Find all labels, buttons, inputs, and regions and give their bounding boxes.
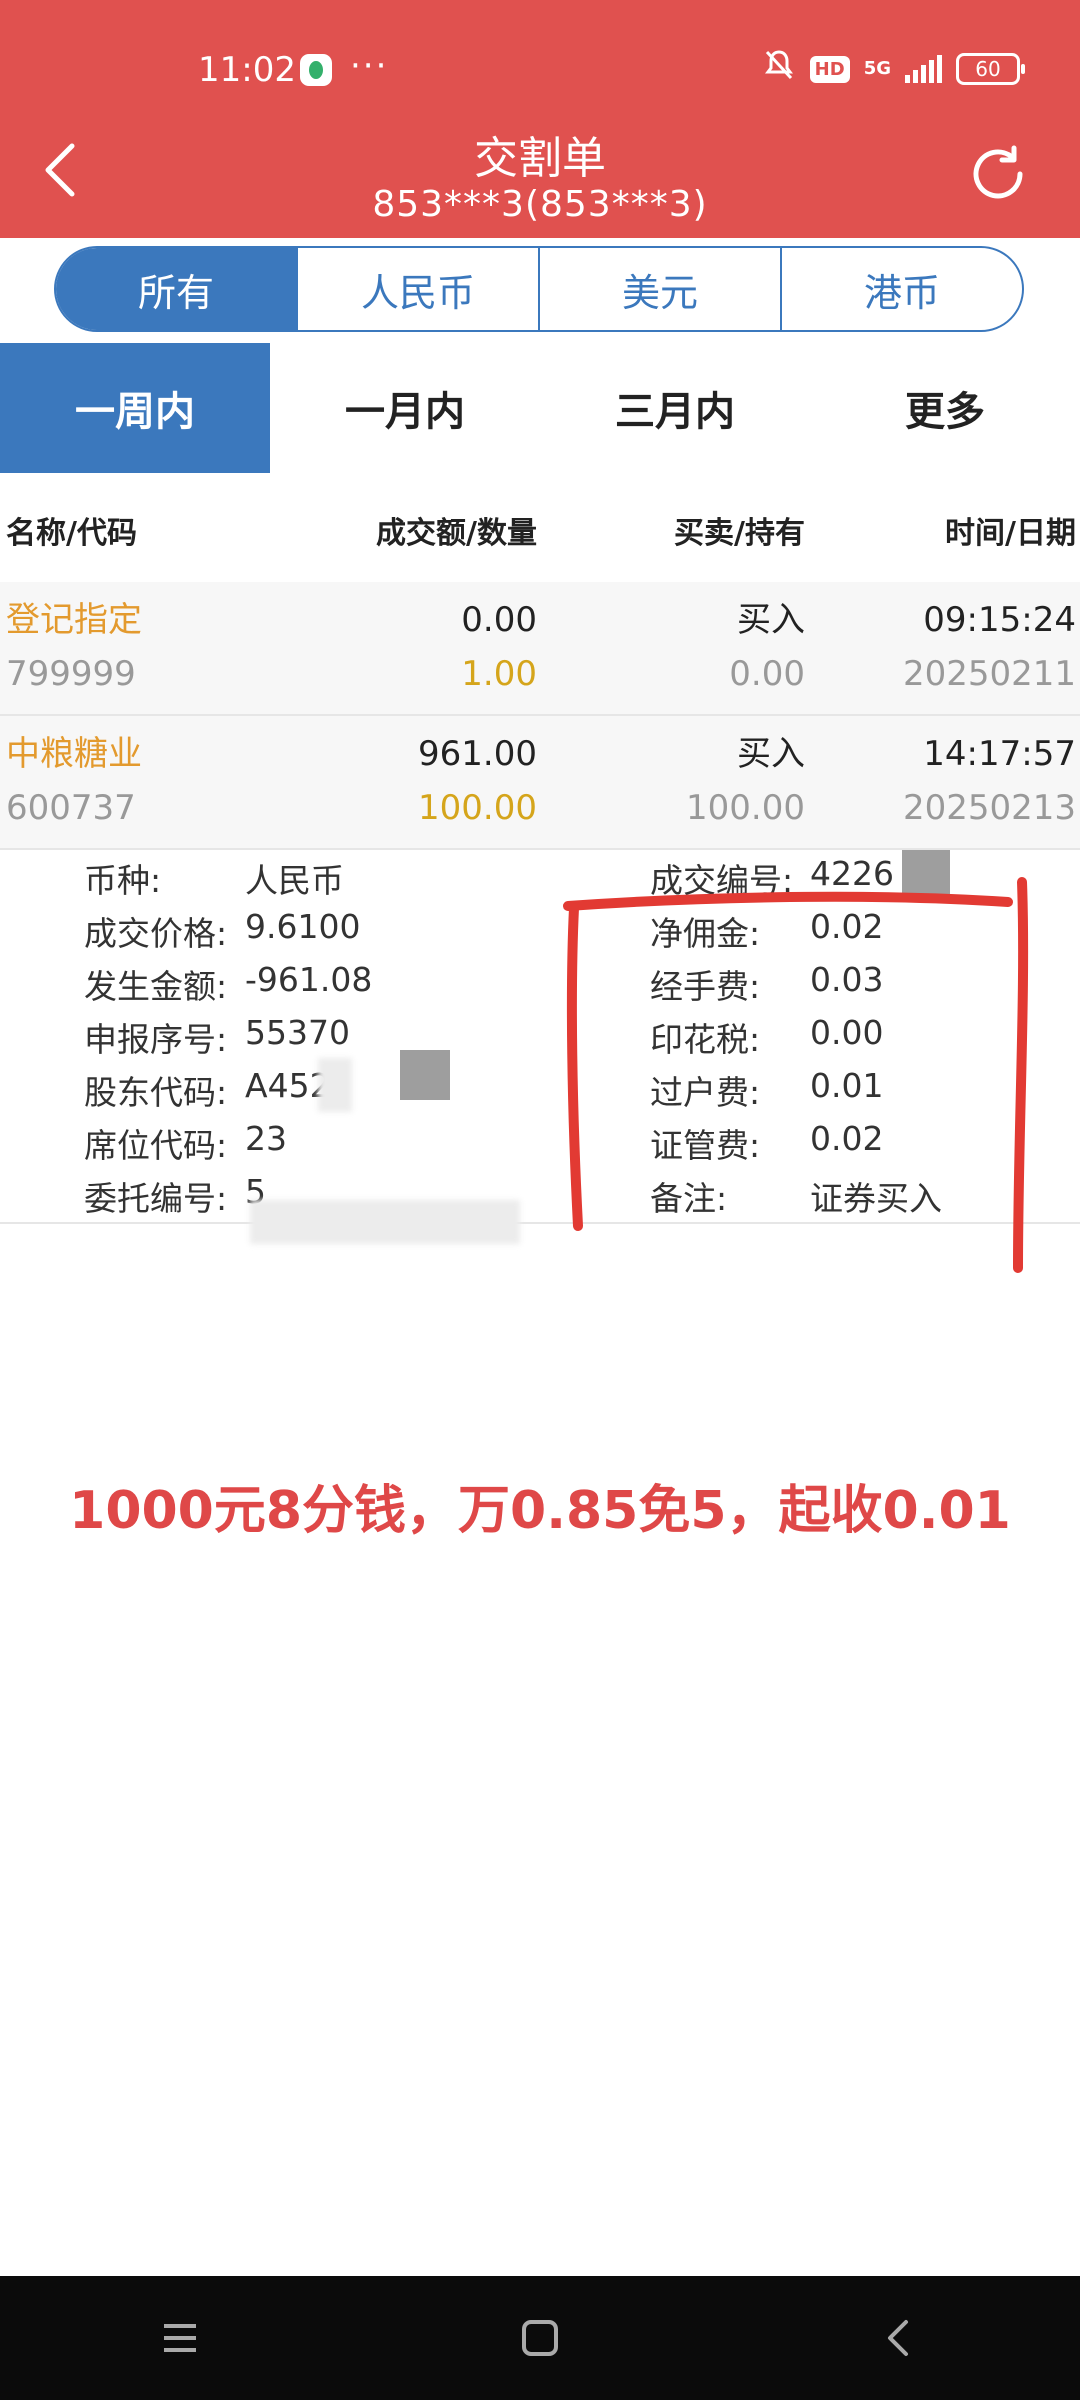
- tab-all[interactable]: 所有: [56, 248, 296, 330]
- home-button[interactable]: [500, 2298, 580, 2378]
- column-side-hold: 买卖/持有: [674, 516, 805, 551]
- trade-time: 14:17:57: [923, 734, 1076, 774]
- remark-value: 证券买入: [810, 1179, 942, 1218]
- price-value: 9.6100: [245, 907, 361, 946]
- period-tabs: 一周内 一月内 三月内 更多: [0, 343, 1080, 473]
- status-time: 11:02: [198, 50, 296, 90]
- back-arrow-icon: [888, 2320, 908, 2356]
- tab-one-month[interactable]: 一月内: [270, 343, 540, 473]
- holding: 100.00: [686, 788, 805, 828]
- trade-side: 买入: [737, 734, 805, 774]
- seat-code-label: 席位代码:: [84, 1126, 228, 1165]
- stock-name: 中粮糖业: [6, 734, 142, 774]
- table-header: 名称/代码 成交额/数量 买卖/持有 时间/日期: [0, 480, 1080, 580]
- deal-no-label: 成交编号:: [650, 861, 794, 900]
- hd-badge: HD: [809, 55, 850, 83]
- regulatory-fee-label: 证管费:: [650, 1126, 761, 1165]
- app-notification-icon: [300, 54, 332, 86]
- page-title: 交割单: [474, 133, 606, 184]
- tab-three-months[interactable]: 三月内: [540, 343, 810, 473]
- currency-label: 币种:: [84, 861, 162, 900]
- stock-name: 登记指定: [6, 600, 142, 640]
- amount-label: 发生金额:: [84, 967, 228, 1006]
- refresh-button[interactable]: [964, 140, 1032, 208]
- handling-fee-value: 0.03: [810, 960, 884, 999]
- stock-code: 600737: [6, 788, 136, 828]
- holding: 0.00: [729, 654, 805, 694]
- trade-time: 09:15:24: [923, 600, 1076, 640]
- status-indicators: HD 5G 60: [762, 48, 1025, 90]
- stock-code: 799999: [6, 654, 136, 694]
- redaction-mask: [902, 850, 950, 898]
- deal-no-value: 4226: [810, 854, 894, 893]
- refresh-icon: [973, 145, 1023, 199]
- column-name-code: 名称/代码: [6, 516, 137, 551]
- currency-tabs: 所有 人民币 美元 港币: [54, 246, 1024, 332]
- annotation-text: 1000元8分钱，万0.85免5，起收0.01: [69, 1481, 1011, 1541]
- tab-more[interactable]: 更多: [810, 343, 1080, 473]
- trade-date: 20250211: [902, 654, 1076, 694]
- account-subtitle: 853***3(853***3): [372, 184, 708, 225]
- battery-icon: 60: [956, 53, 1025, 85]
- column-time-date: 时间/日期: [945, 516, 1076, 551]
- declare-no-value: 55370: [245, 1013, 350, 1052]
- remark-label: 备注:: [650, 1179, 728, 1218]
- more-notifications-icon: ···: [350, 46, 389, 86]
- system-nav-bar: [0, 2276, 1080, 2400]
- handling-fee-label: 经手费:: [650, 967, 761, 1006]
- tab-one-week[interactable]: 一周内: [0, 343, 270, 473]
- redaction-mask: [318, 1058, 352, 1112]
- trade-amount: 961.00: [418, 734, 537, 774]
- transfer-fee-value: 0.01: [810, 1066, 884, 1105]
- transfer-fee-label: 过户费:: [650, 1073, 761, 1112]
- redaction-mask: [400, 1050, 450, 1100]
- regulatory-fee-value: 0.02: [810, 1119, 884, 1158]
- trade-quantity: 100.00: [418, 788, 537, 828]
- trade-amount: 0.00: [461, 600, 537, 640]
- square-home-icon: [522, 2320, 558, 2356]
- menu-icon: [164, 2324, 196, 2352]
- commission-label: 净佣金:: [650, 914, 761, 953]
- tab-hkd[interactable]: 港币: [780, 248, 1022, 330]
- signal-icon: [905, 55, 942, 83]
- header-bar: 11:02 ··· HD 5G 60 交割单 853***3(853***3): [0, 0, 1080, 238]
- trade-detail: 币种: 人民币 成交价格: 9.6100 发生金额: -961.08 申报序号:…: [0, 848, 1080, 1244]
- trade-quantity: 1.00: [461, 654, 537, 694]
- declare-no-label: 申报序号:: [84, 1020, 228, 1059]
- tab-usd[interactable]: 美元: [538, 248, 780, 330]
- price-label: 成交价格:: [84, 914, 228, 953]
- order-no-label: 委托编号:: [84, 1179, 228, 1218]
- mute-bell-icon: [762, 48, 796, 90]
- tab-rmb[interactable]: 人民币: [296, 248, 538, 330]
- trade-side: 买入: [737, 600, 805, 640]
- network-type: 5G: [863, 58, 891, 79]
- table-row[interactable]: 中粮糖业 600737 961.00 100.00 买入 100.00 14:1…: [0, 716, 1080, 850]
- trade-date: 20250213: [902, 788, 1076, 828]
- stamp-tax-value: 0.00: [810, 1013, 884, 1052]
- nav-back-button[interactable]: [860, 2298, 940, 2378]
- redaction-mask: [250, 1200, 520, 1244]
- seat-code-value: 23: [245, 1119, 287, 1158]
- commission-value: 0.02: [810, 907, 884, 946]
- amount-value: -961.08: [245, 960, 373, 999]
- table-row[interactable]: 登记指定 799999 0.00 1.00 买入 0.00 09:15:24 2…: [0, 582, 1080, 716]
- currency-value: 人民币: [245, 861, 344, 900]
- column-amount-quantity: 成交额/数量: [376, 516, 537, 551]
- holder-code-label: 股东代码:: [84, 1073, 228, 1112]
- stamp-tax-label: 印花税:: [650, 1020, 761, 1059]
- menu-button[interactable]: [140, 2298, 220, 2378]
